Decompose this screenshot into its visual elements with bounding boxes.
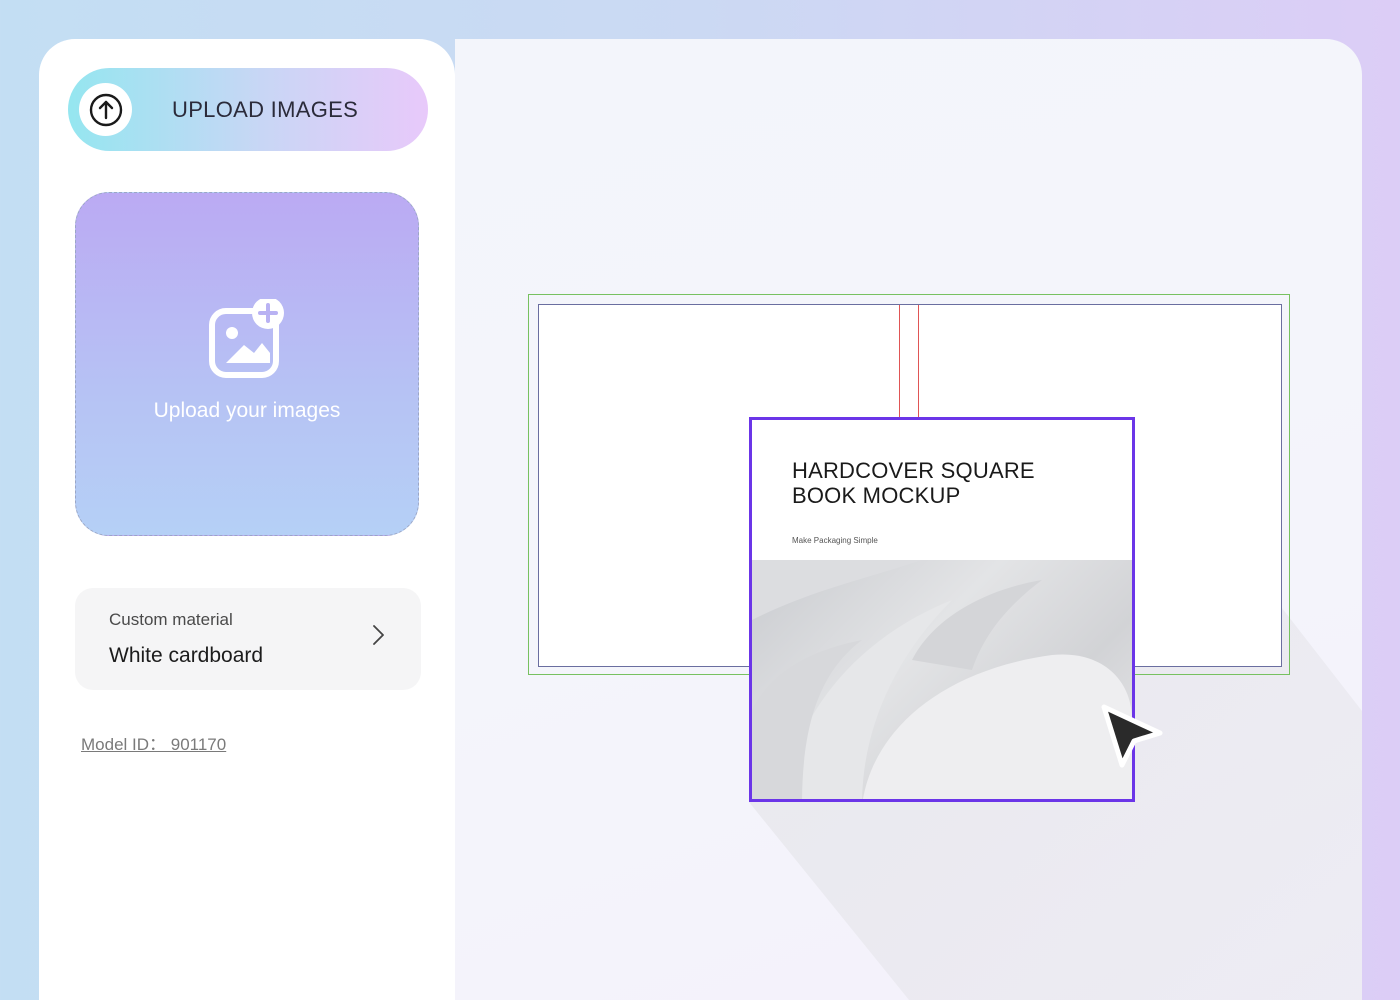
cursor-arrow-icon [1101, 704, 1163, 768]
cover-title-line1: HARDCOVER SQUARE [792, 458, 1035, 483]
material-value: White cardboard [109, 644, 264, 667]
cover-subtitle: Make Packaging Simple [792, 536, 878, 545]
dropzone-text: Upload your images [153, 399, 341, 422]
cover-title-line2: BOOK MOCKUP [792, 483, 961, 508]
model-id-link[interactable]: Model ID： 901170 [81, 730, 226, 755]
book-cover-layer[interactable]: HARDCOVER SQUARE BOOK MOCKUP Make Packag… [749, 417, 1135, 802]
image-plus-icon [209, 299, 284, 378]
spine-guide-left [899, 305, 900, 417]
upload-icon-circle [79, 83, 132, 136]
cover-title: HARDCOVER SQUARE BOOK MOCKUP [792, 458, 1112, 508]
arrow-up-circle-icon [89, 93, 123, 127]
cover-photo [752, 560, 1132, 799]
image-dropzone[interactable]: Upload your images [75, 192, 419, 536]
custom-material-selector[interactable]: Custom material White cardboard [75, 588, 421, 690]
spine-guide-right [918, 305, 919, 417]
abstract-shapes-image [752, 560, 1132, 799]
upload-images-label: UPLOAD IMAGES [172, 97, 359, 122]
material-label: Custom material [109, 610, 233, 629]
upload-images-button[interactable]: UPLOAD IMAGES [68, 68, 428, 151]
chevron-right-icon [373, 625, 384, 645]
mockup-canvas[interactable]: HARDCOVER SQUARE BOOK MOCKUP Make Packag… [455, 39, 1362, 1000]
